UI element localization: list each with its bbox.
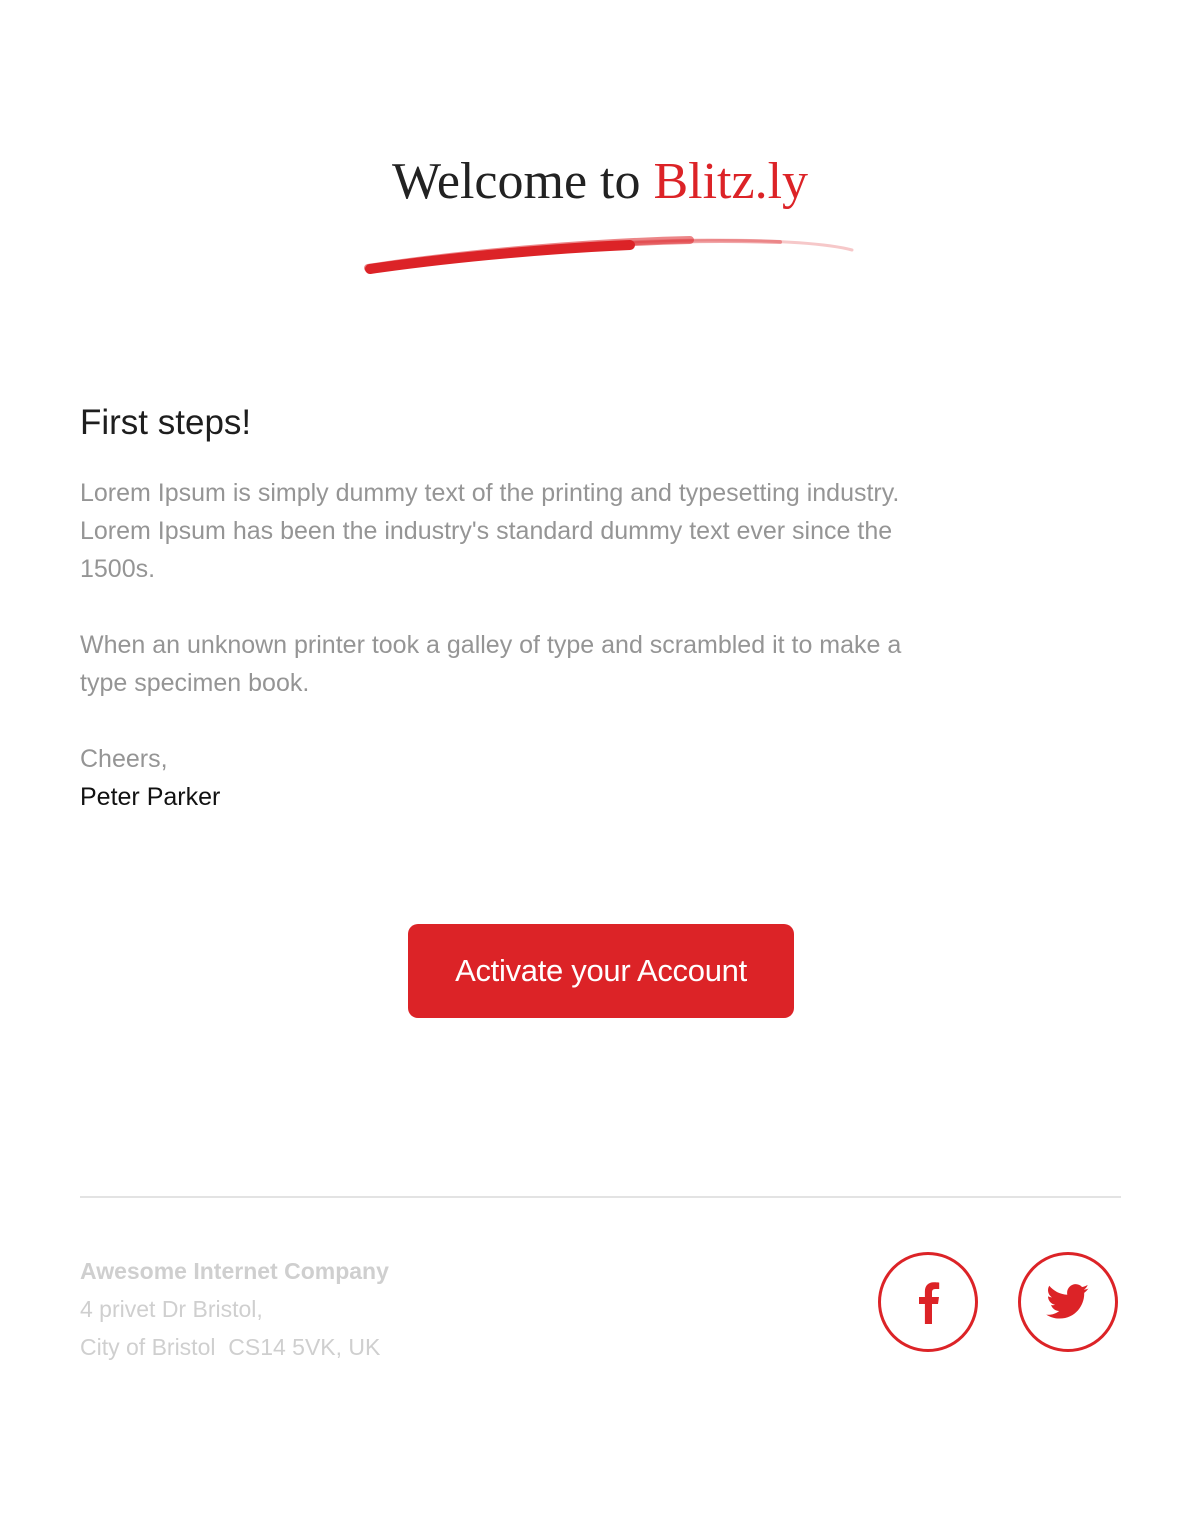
- brand-name: Blitz.ly: [653, 153, 809, 210]
- address-line: 4 privet Dr Bristol,: [80, 1296, 263, 1322]
- activate-account-button[interactable]: Activate your Account: [408, 924, 794, 1018]
- address-line: City of Bristol CS14 5VK, UK: [80, 1334, 381, 1360]
- section-heading: First steps!: [80, 403, 252, 442]
- facebook-button[interactable]: [878, 1252, 978, 1352]
- email-header: Welcome to Blitz.ly: [0, 150, 1200, 214]
- body-paragraph: Lorem Ipsum is simply dummy text of the …: [80, 479, 900, 583]
- company-name: Awesome Internet Company: [80, 1258, 389, 1284]
- footer-divider: [80, 1196, 1121, 1198]
- closing-greeting: Cheers,: [80, 745, 168, 773]
- twitter-button[interactable]: [1018, 1252, 1118, 1352]
- body-paragraph: When an unknown printer took a galley of…: [80, 631, 902, 697]
- facebook-icon: [919, 1282, 940, 1324]
- page-title: Welcome to Blitz.ly: [0, 150, 1200, 214]
- email-body: First steps! Lorem Ipsum is simply dummy…: [80, 400, 940, 816]
- brush-stroke-decoration: [364, 236, 854, 274]
- title-prefix: Welcome to: [391, 153, 654, 210]
- signer-name: Peter Parker: [80, 783, 221, 811]
- twitter-icon: [1046, 1284, 1089, 1319]
- footer: Awesome Internet Company 4 privet Dr Bri…: [80, 1252, 680, 1366]
